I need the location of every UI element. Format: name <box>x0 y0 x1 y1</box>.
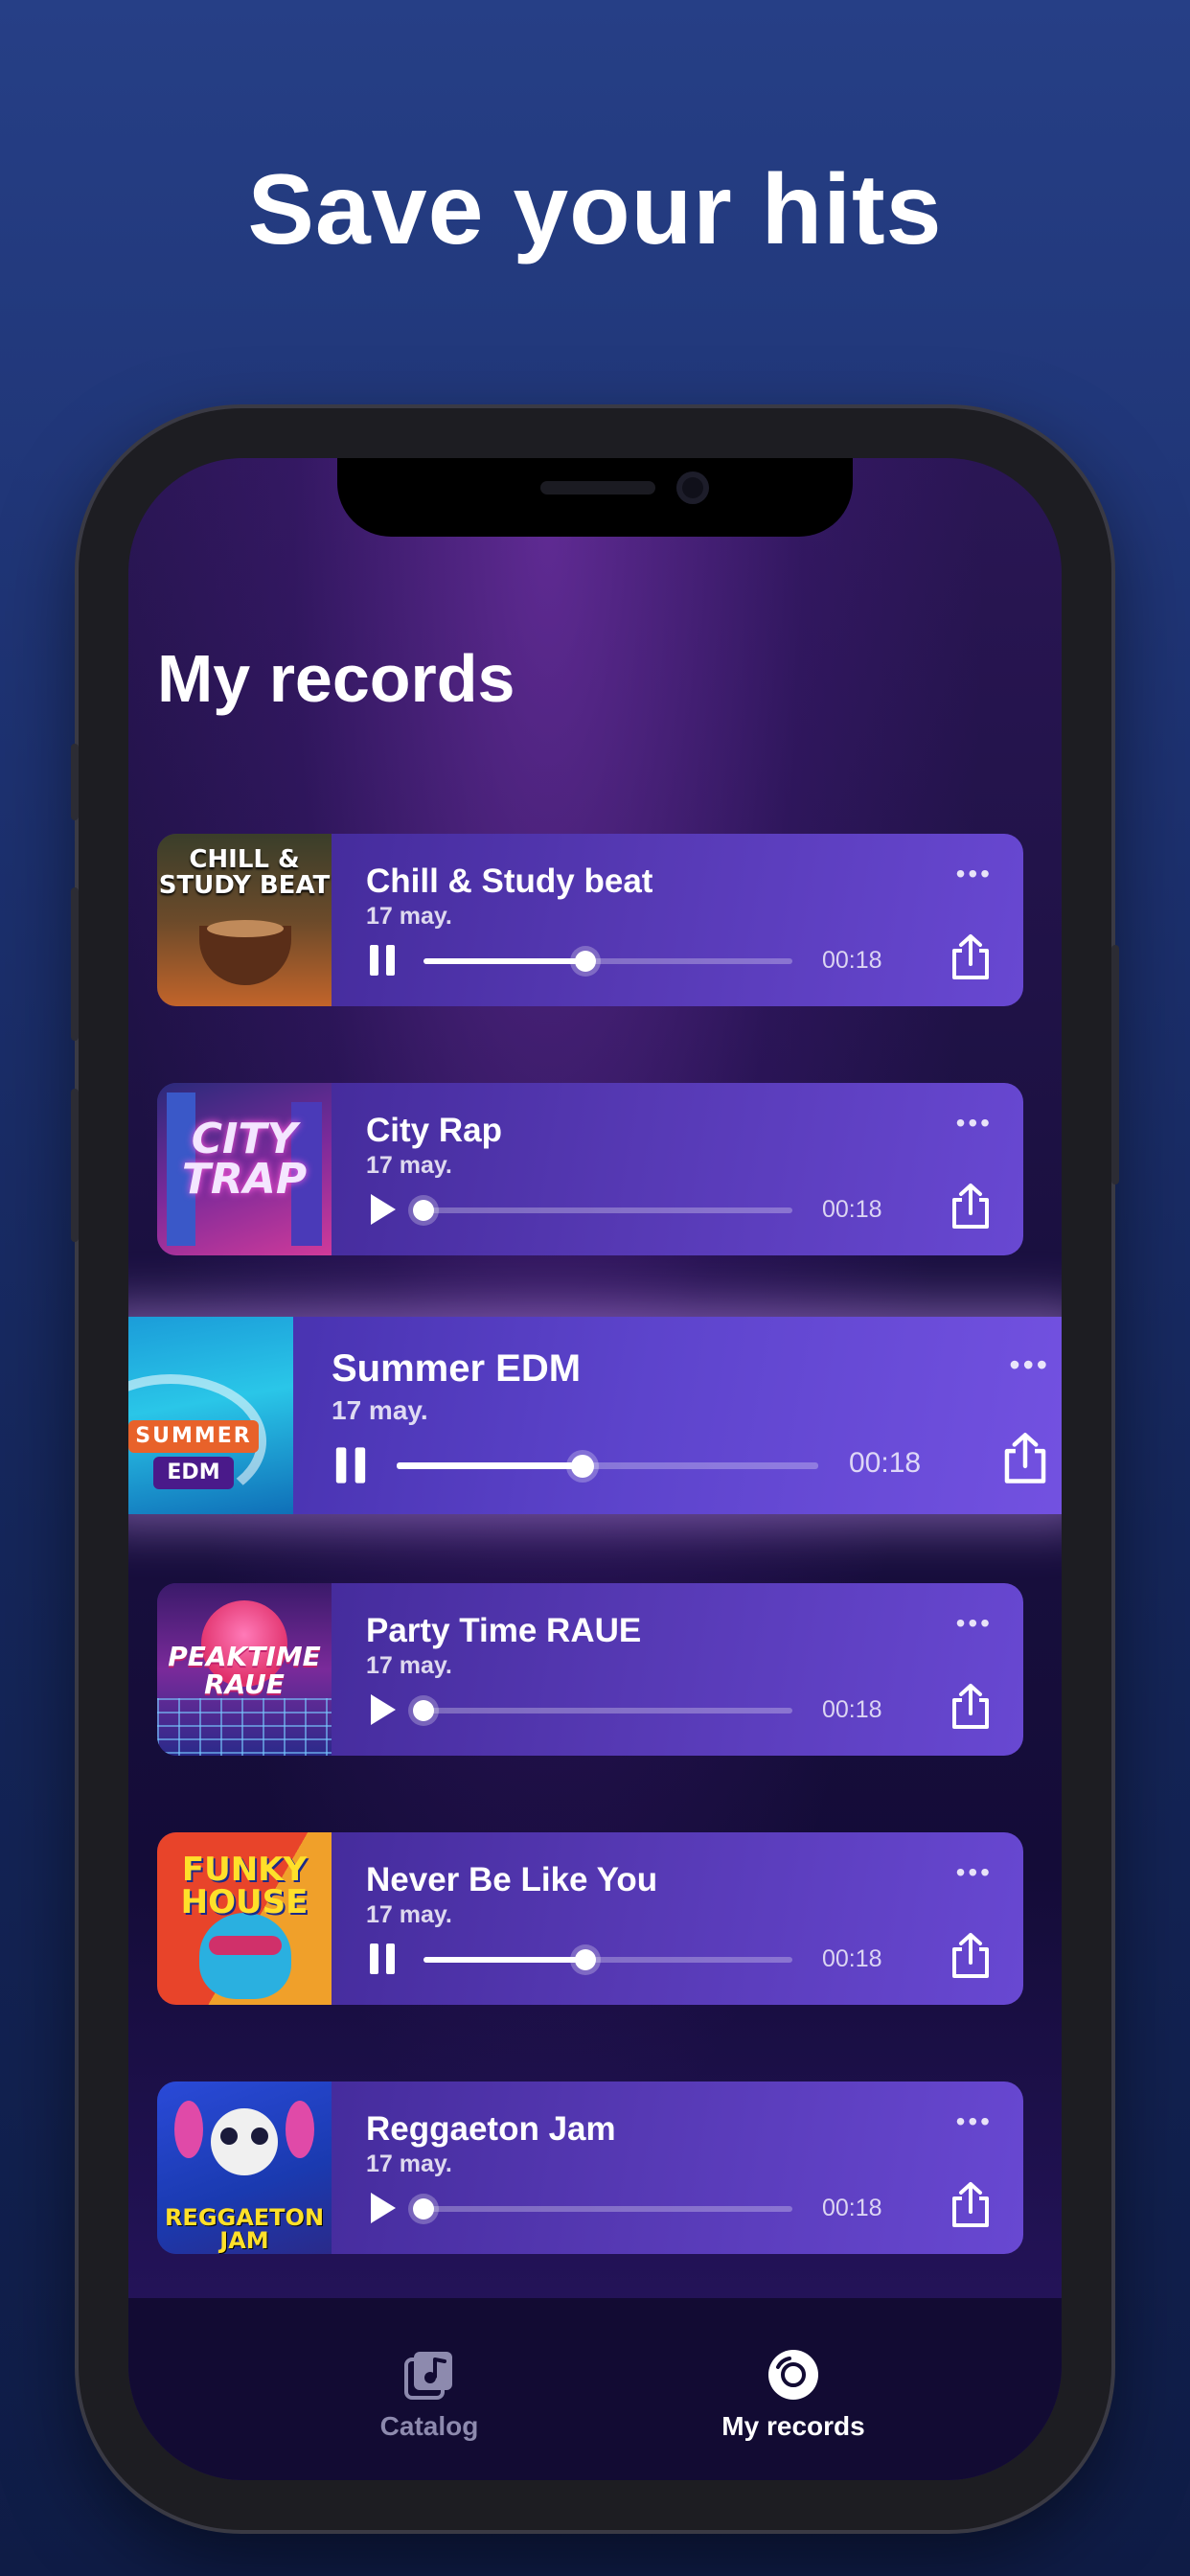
front-camera <box>676 472 709 504</box>
album-art-label: FUNKY HOUSE <box>180 1851 309 1921</box>
album-art: PEAKTIME RAUE <box>157 1583 332 1756</box>
share-icon[interactable] <box>949 2181 993 2229</box>
more-options-button[interactable]: ••• <box>1009 1347 1050 1383</box>
vinyl-record-icon <box>768 2350 818 2400</box>
progress-knob[interactable] <box>413 2198 434 2220</box>
grid-floor-shape <box>157 1698 332 1756</box>
phone-frame: My records CHILL & STUDY BEAT Chill & St… <box>71 408 1119 2530</box>
record-date: 17 may. <box>366 1152 452 1179</box>
face-shape <box>199 1913 291 1999</box>
progress-slider[interactable] <box>413 1700 792 1721</box>
record-card[interactable]: CHILL & STUDY BEAT Chill & Study beat 17… <box>157 834 1023 1006</box>
album-art-sublabel: EDM <box>153 1457 234 1489</box>
share-icon[interactable] <box>949 1183 993 1230</box>
play-icon[interactable] <box>366 1192 399 1227</box>
play-icon[interactable] <box>366 1692 399 1727</box>
record-date: 17 may. <box>366 1901 452 1928</box>
record-card[interactable]: REGGAETON JAM Reggaeton Jam 17 may. ••• … <box>157 2082 1023 2254</box>
record-card[interactable]: PEAKTIME RAUE Party Time RAUE 17 may. ••… <box>157 1583 1023 1756</box>
share-icon[interactable] <box>949 1932 993 1980</box>
more-options-button[interactable]: ••• <box>956 1608 993 1639</box>
phone-volume-up <box>71 887 79 1041</box>
record-duration: 00:18 <box>822 947 882 974</box>
more-options-button[interactable]: ••• <box>956 1857 993 1888</box>
flower-shape <box>174 2101 203 2158</box>
tab-catalog[interactable]: Catalog <box>324 2348 535 2442</box>
app-screen: My records CHILL & STUDY BEAT Chill & St… <box>128 458 1062 2480</box>
coffee-foam-shape <box>207 920 284 937</box>
tab-bar: Catalog My records <box>128 2298 1062 2480</box>
skull-eye-shape <box>251 2128 268 2145</box>
album-art: REGGAETON JAM <box>157 2082 332 2254</box>
record-title: Reggaeton Jam <box>366 2110 616 2148</box>
music-note-icon <box>404 2352 452 2400</box>
progress-knob[interactable] <box>575 951 597 972</box>
more-options-button[interactable]: ••• <box>956 1108 993 1138</box>
record-duration: 00:18 <box>822 1945 882 1972</box>
headline: Save your hits <box>247 154 943 265</box>
progress-slider[interactable] <box>423 1949 792 1970</box>
progress-knob[interactable] <box>413 1200 434 1221</box>
album-art: CHILL & STUDY BEAT <box>157 834 332 1006</box>
album-art: CITY TRAP <box>157 1083 332 1255</box>
progress-knob[interactable] <box>413 1700 434 1721</box>
tab-label: Catalog <box>379 2411 479 2441</box>
progress-knob[interactable] <box>570 1454 594 1478</box>
record-duration: 00:18 <box>849 1447 922 1479</box>
record-date: 17 may. <box>366 903 452 930</box>
album-art-label: SUMMER <box>128 1420 259 1453</box>
sunglasses-shape <box>209 1936 282 1955</box>
share-icon[interactable] <box>949 933 993 981</box>
speaker <box>540 481 655 494</box>
album-art: FUNKY HOUSE <box>157 1832 332 2005</box>
more-options-button[interactable]: ••• <box>956 859 993 889</box>
progress-slider[interactable] <box>413 2198 792 2220</box>
tab-my-records[interactable]: My records <box>688 2348 899 2442</box>
record-card[interactable]: CITY TRAP City Rap 17 may. ••• 00:18 <box>157 1083 1023 1255</box>
record-card[interactable]: FUNKY HOUSE Never Be Like You 17 may. ••… <box>157 1832 1023 2005</box>
pause-icon[interactable] <box>332 1445 370 1485</box>
phone-mute-switch <box>71 744 79 820</box>
share-icon[interactable] <box>1000 1432 1050 1485</box>
record-date: 17 may. <box>332 1395 428 1425</box>
share-icon[interactable] <box>949 1683 993 1731</box>
progress-knob[interactable] <box>575 1949 597 1970</box>
skull-eye-shape <box>220 2128 238 2145</box>
phone-volume-down <box>71 1089 79 1242</box>
progress-slider[interactable] <box>413 1200 792 1221</box>
progress-slider[interactable] <box>423 951 792 972</box>
record-title: Summer EDM <box>332 1347 582 1390</box>
record-duration: 00:18 <box>822 2195 882 2221</box>
progress-slider[interactable] <box>397 1454 818 1478</box>
record-title: City Rap <box>366 1112 502 1149</box>
record-duration: 00:18 <box>822 1696 882 1723</box>
record-date: 17 may. <box>366 1652 452 1679</box>
flower-shape <box>286 2101 314 2158</box>
notch <box>337 458 853 537</box>
album-art-label: REGGAETON JAM <box>164 2204 325 2254</box>
page-title: My records <box>157 641 515 716</box>
more-options-button[interactable]: ••• <box>956 2106 993 2137</box>
record-title: Chill & Study beat <box>366 862 653 900</box>
album-art-label: PEAKTIME RAUE <box>168 1641 321 1701</box>
album-art-label: CITY TRAP <box>181 1115 308 1204</box>
pause-icon[interactable] <box>366 1942 399 1976</box>
pause-icon[interactable] <box>366 943 399 978</box>
album-art-label: CHILL & STUDY BEAT <box>158 845 331 901</box>
record-title: Party Time RAUE <box>366 1612 642 1649</box>
record-date: 17 may. <box>366 2150 452 2177</box>
skull-shape <box>211 2108 278 2175</box>
tab-label: My records <box>721 2411 865 2441</box>
album-art: SUMMER EDM <box>128 1317 293 1514</box>
record-card-featured[interactable]: SUMMER EDM Summer EDM 17 may. ••• 00:18 <box>128 1317 1062 1514</box>
phone-power-button <box>1111 945 1119 1184</box>
record-title: Never Be Like You <box>366 1861 658 1898</box>
play-icon[interactable] <box>366 2191 399 2225</box>
record-duration: 00:18 <box>822 1196 882 1223</box>
